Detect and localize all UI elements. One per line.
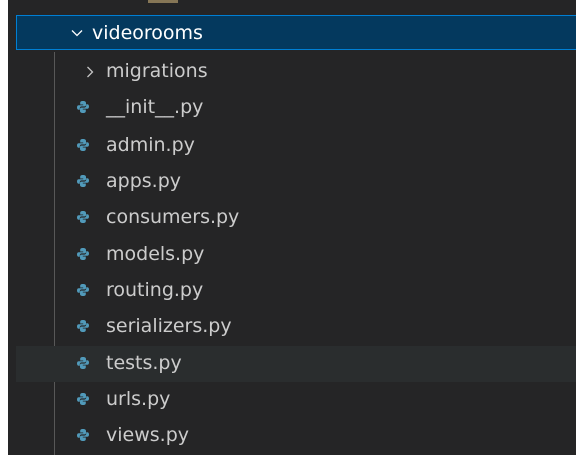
folder-row-videorooms[interactable]: videorooms [16,15,576,50]
tree-item-label: consumers.py [106,206,240,228]
python-icon [77,139,89,151]
tree-item-views-py[interactable]: views.py [16,418,576,454]
tree-item-init-py[interactable]: __init__.py [16,90,576,126]
tree-item-label: urls.py [106,388,171,410]
tree-item-urls-py[interactable]: urls.py [16,382,576,418]
chevron-right-icon [87,66,94,78]
chevron-down-icon [71,30,83,37]
explorer-panel: videorooms migrations __init__.py admin.… [8,0,576,455]
tree-item-label: migrations [106,60,208,82]
tree-item-consumers-py[interactable]: consumers.py [16,200,576,236]
tree-item-label: models.py [106,243,205,265]
folder-label: videorooms [92,22,203,44]
tree-item-apps-py[interactable]: apps.py [16,164,576,200]
python-icon [77,101,89,113]
python-icon [77,248,89,260]
tree-item-label: routing.py [106,279,204,301]
python-icon [77,284,89,296]
tree-item-label: admin.py [106,134,195,156]
python-icon [77,357,89,369]
tree-item-tests-py[interactable]: tests.py [16,346,576,382]
python-icon [77,211,89,223]
python-icon [77,429,89,441]
previous-item-fragment [148,0,178,3]
python-icon [77,393,89,405]
tree-item-label: apps.py [106,170,182,192]
tree-item-label: tests.py [106,352,182,374]
tree-item-admin-py[interactable]: admin.py [16,128,576,164]
tree-item-label: serializers.py [106,315,232,337]
python-icon [77,175,89,187]
tree-item-serializers-py[interactable]: serializers.py [16,309,576,345]
bottom-margin [0,455,576,463]
tree-item-routing-py[interactable]: routing.py [16,273,576,309]
tree-item-migrations[interactable]: migrations [16,54,576,90]
python-icon [77,320,89,332]
tree-item-models-py[interactable]: models.py [16,237,576,273]
tree-item-label: views.py [106,424,189,446]
tree-item-label: __init__.py [106,96,204,118]
